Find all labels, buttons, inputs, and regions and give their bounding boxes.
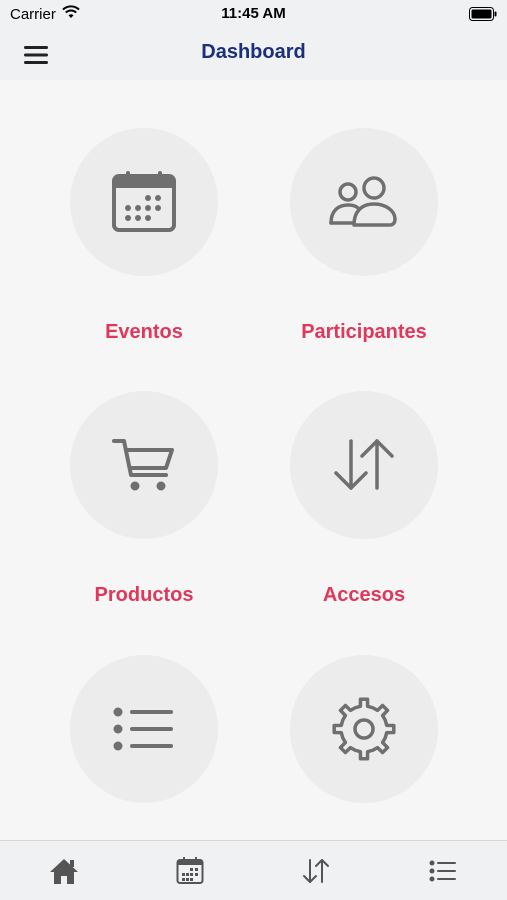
tile-productos[interactable]: Productos [34, 391, 254, 607]
menu-button[interactable] [22, 44, 50, 66]
tab-calendar[interactable] [173, 855, 207, 887]
status-bar: Carrier 11:45 AM [0, 0, 507, 30]
hamburger-menu-icon [24, 46, 48, 64]
battery-icon [469, 7, 497, 25]
tile-eventos[interactable]: Eventos [34, 128, 254, 344]
tile-settings[interactable] [254, 655, 474, 848]
users-icon [329, 176, 397, 227]
navigation-bar: Dashboard [0, 30, 507, 80]
clock: 11:45 AM [221, 5, 286, 22]
arrows-up-down-icon [334, 439, 394, 490]
calendar-icon [112, 171, 176, 232]
dashboard-grid: Eventos Participantes Productos Accesos [0, 80, 507, 840]
tab-access[interactable] [299, 855, 333, 887]
tile-label: Eventos [105, 321, 183, 343]
home-icon [50, 859, 78, 884]
tab-list[interactable] [426, 855, 460, 887]
list-icon [113, 707, 173, 751]
tab-bar [0, 840, 507, 900]
tile-label: Participantes [301, 321, 427, 343]
calendar-icon [176, 857, 204, 884]
tile-list[interactable] [34, 655, 254, 848]
page-title: Dashboard [201, 41, 306, 63]
tile-label: Productos [94, 584, 194, 606]
shopping-cart-icon [112, 439, 174, 491]
tile-participantes[interactable]: Participantes [254, 128, 474, 344]
tile-icon-circle [290, 655, 438, 803]
tile-accesos[interactable]: Accesos [254, 391, 474, 607]
tile-icon-circle [70, 128, 218, 276]
tile-icon-circle [290, 128, 438, 276]
tile-icon-circle [290, 391, 438, 539]
tile-label: Accesos [322, 584, 406, 606]
tile-icon-circle [70, 391, 218, 539]
arrows-up-down-icon [303, 859, 329, 883]
gear-icon [332, 697, 396, 761]
tile-icon-circle [70, 655, 218, 803]
tab-home[interactable] [47, 855, 81, 887]
list-icon [429, 860, 456, 882]
